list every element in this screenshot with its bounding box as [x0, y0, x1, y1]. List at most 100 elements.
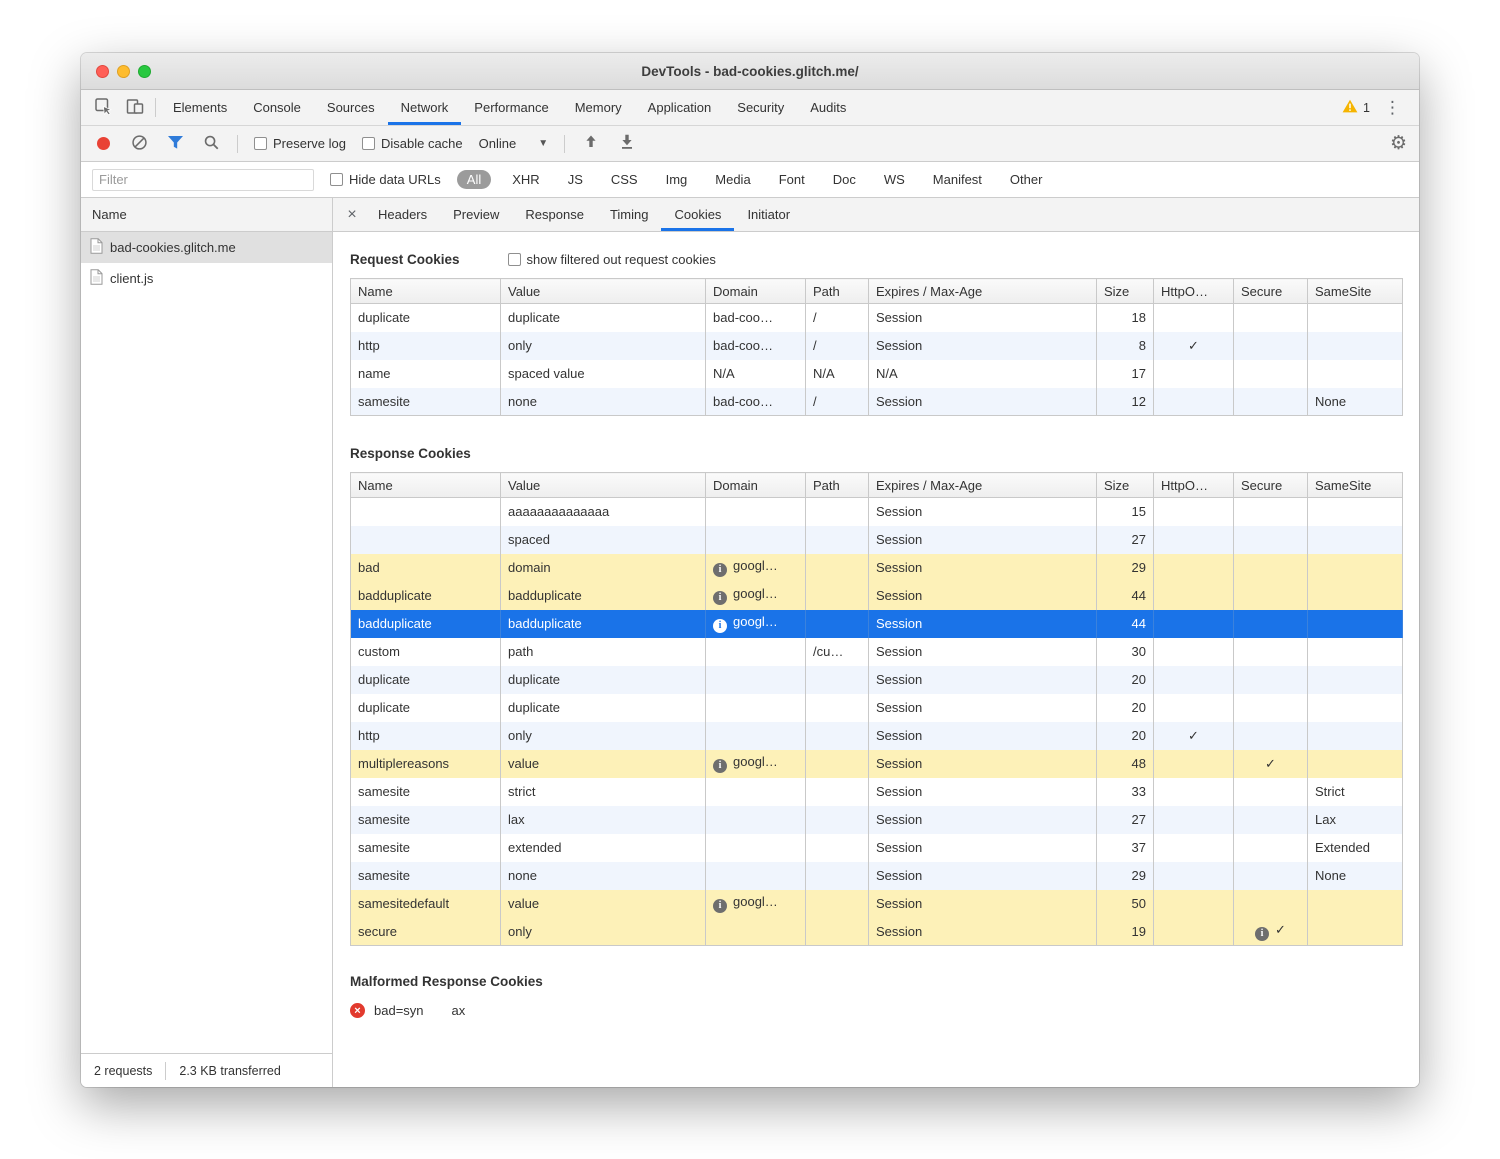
column-header-samesite[interactable]: SameSite	[1308, 279, 1403, 304]
column-header-secure[interactable]: Secure	[1234, 473, 1308, 498]
cookie-path-cell	[806, 778, 869, 806]
cookie-row[interactable]: namespaced valueN/AN/AN/A17	[351, 360, 1403, 388]
requests-column-header[interactable]: Name	[81, 198, 332, 232]
tab-sources[interactable]: Sources	[314, 90, 388, 125]
cookie-row[interactable]: samesitelaxSession27Lax	[351, 806, 1403, 834]
export-har-button[interactable]	[617, 134, 637, 153]
tab-application[interactable]: Application	[635, 90, 725, 125]
filter-pill-js[interactable]: JS	[561, 170, 590, 189]
filter-pill-ws[interactable]: WS	[877, 170, 912, 189]
detail-tab-cookies[interactable]: Cookies	[661, 198, 734, 231]
cookie-row[interactable]: aaaaaaaaaaaaaaSession15	[351, 498, 1403, 526]
cookie-row[interactable]: duplicateduplicateSession20	[351, 666, 1403, 694]
filter-pill-css[interactable]: CSS	[604, 170, 645, 189]
cookie-size-cell: 18	[1097, 304, 1154, 332]
column-header-samesite[interactable]: SameSite	[1308, 473, 1403, 498]
tab-console[interactable]: Console	[240, 90, 314, 125]
cookie-row[interactable]: samesitenonebad-coo…/Session12None	[351, 388, 1403, 416]
cookie-row[interactable]: samesitenoneSession29None	[351, 862, 1403, 890]
tab-network[interactable]: Network	[388, 90, 462, 125]
cookie-row[interactable]: secureonlySession19i✓	[351, 918, 1403, 946]
hide-data-urls-checkbox[interactable]: Hide data URLs	[330, 172, 441, 187]
tab-security[interactable]: Security	[724, 90, 797, 125]
cookie-row[interactable]: samesitestrictSession33Strict	[351, 778, 1403, 806]
filter-pill-xhr[interactable]: XHR	[505, 170, 546, 189]
filter-input[interactable]	[92, 169, 314, 191]
close-details-button[interactable]: ×	[339, 198, 365, 231]
column-header-size[interactable]: Size	[1097, 279, 1154, 304]
cookie-row[interactable]: duplicateduplicateSession20	[351, 694, 1403, 722]
column-header-path[interactable]: Path	[806, 473, 869, 498]
request-row[interactable]: bad-cookies.glitch.me	[81, 232, 332, 263]
show-filtered-box[interactable]	[508, 253, 521, 266]
column-header-secure[interactable]: Secure	[1234, 279, 1308, 304]
column-header-expires-max-age[interactable]: Expires / Max-Age	[869, 279, 1097, 304]
filter-pill-manifest[interactable]: Manifest	[926, 170, 989, 189]
preserve-log-checkbox[interactable]: Preserve log	[254, 136, 346, 151]
column-header-value[interactable]: Value	[501, 473, 706, 498]
zoom-window-button[interactable]	[138, 65, 151, 78]
column-header-httpo-[interactable]: HttpO…	[1154, 473, 1234, 498]
clear-icon	[131, 134, 148, 154]
cookie-row[interactable]: httponlybad-coo…/Session8✓	[351, 332, 1403, 360]
cookie-samesite-cell	[1308, 526, 1403, 554]
disable-cache-box[interactable]	[362, 137, 375, 150]
cookie-row[interactable]: spacedSession27	[351, 526, 1403, 554]
filter-pill-all[interactable]: All	[457, 170, 491, 189]
cookie-row[interactable]: badduplicatebadduplicateigoogl…Session44	[351, 610, 1403, 638]
tab-audits[interactable]: Audits	[797, 90, 859, 125]
detail-tab-initiator[interactable]: Initiator	[734, 198, 803, 231]
column-header-path[interactable]: Path	[806, 279, 869, 304]
request-row[interactable]: client.js	[81, 263, 332, 294]
minimize-window-button[interactable]	[117, 65, 130, 78]
cookie-name-cell	[351, 498, 501, 526]
disable-cache-checkbox[interactable]: Disable cache	[362, 136, 463, 151]
cookie-row[interactable]: badduplicatebadduplicateigoogl…Session44	[351, 582, 1403, 610]
filter-pill-img[interactable]: Img	[659, 170, 695, 189]
show-filtered-checkbox[interactable]: show filtered out request cookies	[508, 252, 716, 267]
cookie-row[interactable]: custompath/cu…Session30	[351, 638, 1403, 666]
column-header-value[interactable]: Value	[501, 279, 706, 304]
filter-pill-font[interactable]: Font	[772, 170, 812, 189]
import-har-button[interactable]	[581, 134, 601, 153]
column-header-httpo-[interactable]: HttpO…	[1154, 279, 1234, 304]
device-toolbar-button[interactable]	[119, 90, 151, 125]
settings-gear-icon[interactable]: ⚙	[1390, 132, 1407, 155]
detail-tab-headers[interactable]: Headers	[365, 198, 440, 231]
column-header-domain[interactable]: Domain	[706, 279, 806, 304]
hide-data-urls-box[interactable]	[330, 173, 343, 186]
cookie-row[interactable]: multiplereasonsvalueigoogl…Session48✓	[351, 750, 1403, 778]
column-header-size[interactable]: Size	[1097, 473, 1154, 498]
cookie-row[interactable]: samesitedefaultvalueigoogl…Session50	[351, 890, 1403, 918]
throttling-select[interactable]: Online ▼	[479, 136, 548, 151]
detail-tab-preview[interactable]: Preview	[440, 198, 512, 231]
filter-pill-doc[interactable]: Doc	[826, 170, 863, 189]
tab-memory[interactable]: Memory	[562, 90, 635, 125]
column-header-expires-max-age[interactable]: Expires / Max-Age	[869, 473, 1097, 498]
close-window-button[interactable]	[96, 65, 109, 78]
column-header-name[interactable]: Name	[351, 473, 501, 498]
filter-toggle-button[interactable]	[165, 135, 185, 153]
detail-tab-timing[interactable]: Timing	[597, 198, 662, 231]
clear-button[interactable]	[129, 134, 149, 154]
column-header-domain[interactable]: Domain	[706, 473, 806, 498]
cookie-row[interactable]: duplicateduplicatebad-coo…/Session18	[351, 304, 1403, 332]
filter-pill-media[interactable]: Media	[708, 170, 757, 189]
cookie-row[interactable]: samesiteextendedSession37Extended	[351, 834, 1403, 862]
search-button[interactable]	[201, 134, 221, 154]
transferred-size: 2.3 KB transferred	[166, 1064, 293, 1078]
filter-pill-other[interactable]: Other	[1003, 170, 1050, 189]
cookie-value-cell: badduplicate	[501, 582, 706, 610]
column-header-name[interactable]: Name	[351, 279, 501, 304]
tab-performance[interactable]: Performance	[461, 90, 561, 125]
tab-elements[interactable]: Elements	[160, 90, 240, 125]
more-options-button[interactable]: ⋮	[1380, 98, 1405, 118]
detail-tab-response[interactable]: Response	[512, 198, 597, 231]
preserve-log-box[interactable]	[254, 137, 267, 150]
cookie-secure-cell	[1234, 332, 1308, 360]
record-button[interactable]	[93, 137, 113, 150]
cookie-row[interactable]: httponlySession20✓	[351, 722, 1403, 750]
warnings-indicator[interactable]: 1	[1342, 99, 1370, 116]
cookie-row[interactable]: baddomainigoogl…Session29	[351, 554, 1403, 582]
inspect-element-button[interactable]	[87, 90, 119, 125]
